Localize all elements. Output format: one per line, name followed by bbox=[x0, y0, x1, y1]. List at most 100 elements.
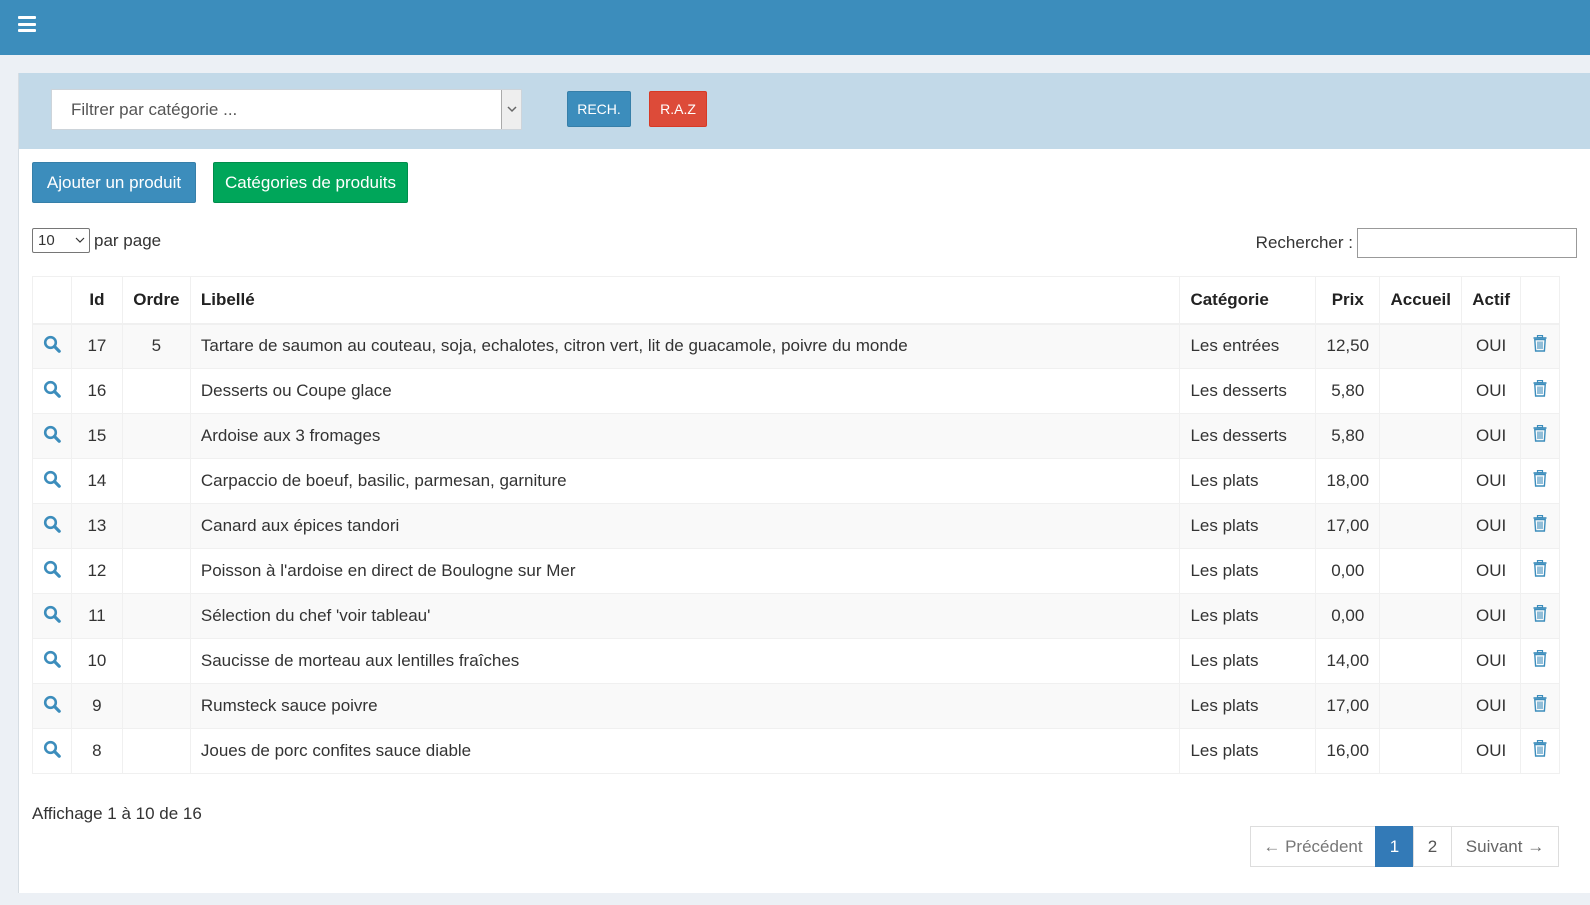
row-delete-cell bbox=[1520, 593, 1560, 639]
pagination-previous[interactable]: ← Précédent bbox=[1250, 826, 1376, 867]
cell-accueil bbox=[1379, 638, 1463, 684]
row-action-cell bbox=[32, 503, 72, 549]
cell-categorie: Les plats bbox=[1179, 593, 1317, 639]
cell-libelle: Sélection du chef 'voir tableau' bbox=[189, 593, 1181, 639]
trash-icon[interactable] bbox=[1533, 740, 1547, 757]
search-icon[interactable] bbox=[43, 650, 61, 668]
header-categorie[interactable]: Catégorie bbox=[1179, 276, 1317, 325]
pagination: ← Précédent 1 2 Suivant → bbox=[1250, 826, 1559, 867]
cell-actif: OUI bbox=[1461, 368, 1522, 414]
table-info: Affichage 1 à 10 de 16 bbox=[32, 804, 202, 823]
cell-id: 15 bbox=[70, 413, 123, 459]
cell-categorie: Les desserts bbox=[1179, 413, 1317, 459]
table-row: 14 Carpaccio de boeuf, basilic, parmesan,… bbox=[32, 458, 1560, 504]
pagination-page-1[interactable]: 1 bbox=[1375, 826, 1414, 867]
row-action-cell bbox=[32, 638, 72, 684]
category-filter-select[interactable]: Filtrer par catégorie ... bbox=[51, 89, 522, 130]
cell-id: 16 bbox=[70, 368, 123, 414]
cell-prix: 12,50 bbox=[1315, 323, 1381, 369]
products-table: Id Ordre Libellé Catégorie Prix Accueil … bbox=[32, 276, 1560, 774]
row-action-cell bbox=[32, 728, 72, 774]
cell-accueil bbox=[1379, 368, 1463, 414]
search-label: Rechercher : bbox=[1255, 233, 1353, 252]
cell-ordre bbox=[121, 728, 191, 774]
cell-ordre bbox=[121, 458, 191, 504]
row-action-cell bbox=[32, 548, 72, 594]
table-search: Rechercher : bbox=[1256, 228, 1577, 258]
cell-prix: 5,80 bbox=[1315, 413, 1381, 459]
header-prix[interactable]: Prix bbox=[1315, 276, 1381, 325]
cell-categorie: Les plats bbox=[1179, 458, 1317, 504]
search-input[interactable] bbox=[1357, 228, 1577, 258]
add-product-button[interactable]: Ajouter un produit bbox=[32, 162, 196, 203]
pagination-page-2[interactable]: 2 bbox=[1413, 826, 1452, 867]
cell-libelle: Saucisse de morteau aux lentilles fraîch… bbox=[189, 638, 1181, 684]
reset-button[interactable]: R.A.Z bbox=[649, 91, 707, 127]
row-action-cell bbox=[32, 683, 72, 729]
search-icon[interactable] bbox=[43, 470, 61, 488]
per-page-value: 10 bbox=[38, 232, 55, 249]
cell-accueil bbox=[1379, 728, 1463, 774]
cell-libelle: Poisson à l'ardoise en direct de Boulogn… bbox=[189, 548, 1181, 594]
trash-icon[interactable] bbox=[1533, 335, 1547, 352]
cell-libelle: Rumsteck sauce poivre bbox=[189, 683, 1181, 729]
search-icon[interactable] bbox=[43, 740, 61, 758]
search-icon[interactable] bbox=[43, 515, 61, 533]
header-delete bbox=[1520, 276, 1560, 325]
trash-icon[interactable] bbox=[1533, 380, 1547, 397]
trash-icon[interactable] bbox=[1533, 650, 1547, 667]
row-delete-cell bbox=[1520, 638, 1560, 684]
search-button[interactable]: RECH. bbox=[567, 91, 631, 127]
chevron-down-icon[interactable] bbox=[501, 90, 521, 129]
search-icon[interactable] bbox=[43, 560, 61, 578]
cell-categorie: Les entrées bbox=[1179, 323, 1317, 369]
cell-prix: 16,00 bbox=[1315, 728, 1381, 774]
cell-ordre: 5 bbox=[121, 323, 191, 369]
cell-actif: OUI bbox=[1461, 683, 1522, 729]
table-row: 8 Joues de porc confites sauce diable Les … bbox=[32, 728, 1560, 774]
cell-prix: 14,00 bbox=[1315, 638, 1381, 684]
cell-actif: OUI bbox=[1461, 593, 1522, 639]
cell-ordre bbox=[121, 503, 191, 549]
cell-prix: 17,00 bbox=[1315, 503, 1381, 549]
search-icon[interactable] bbox=[43, 605, 61, 623]
cell-prix: 0,00 bbox=[1315, 548, 1381, 594]
row-action-cell bbox=[32, 593, 72, 639]
cell-actif: OUI bbox=[1461, 413, 1522, 459]
search-icon[interactable] bbox=[43, 335, 61, 353]
hamburger-icon[interactable] bbox=[18, 16, 36, 32]
pagination-next[interactable]: Suivant → bbox=[1451, 826, 1559, 867]
row-delete-cell bbox=[1520, 728, 1560, 774]
trash-icon[interactable] bbox=[1533, 515, 1547, 532]
header-id[interactable]: Id bbox=[70, 276, 123, 325]
row-delete-cell bbox=[1520, 458, 1560, 504]
cell-id: 10 bbox=[70, 638, 123, 684]
cell-categorie: Les plats bbox=[1179, 683, 1317, 729]
per-page-select[interactable]: 10 bbox=[32, 228, 90, 253]
category-filter-placeholder: Filtrer par catégorie ... bbox=[71, 100, 238, 119]
trash-icon[interactable] bbox=[1533, 560, 1547, 577]
product-categories-button[interactable]: Catégories de produits bbox=[213, 162, 408, 203]
trash-icon[interactable] bbox=[1533, 425, 1547, 442]
cell-accueil bbox=[1379, 413, 1463, 459]
cell-prix: 17,00 bbox=[1315, 683, 1381, 729]
cell-id: 12 bbox=[70, 548, 123, 594]
search-icon[interactable] bbox=[43, 695, 61, 713]
trash-icon[interactable] bbox=[1533, 695, 1547, 712]
row-action-cell bbox=[32, 458, 72, 504]
header-ordre[interactable]: Ordre bbox=[121, 276, 191, 325]
header-accueil[interactable]: Accueil bbox=[1379, 276, 1463, 325]
trash-icon[interactable] bbox=[1533, 605, 1547, 622]
search-icon[interactable] bbox=[43, 425, 61, 443]
header-actif[interactable]: Actif bbox=[1461, 276, 1522, 325]
header-libelle[interactable]: Libellé bbox=[189, 276, 1181, 325]
cell-accueil bbox=[1379, 323, 1463, 369]
cell-libelle: Carpaccio de boeuf, basilic, parmesan, g… bbox=[189, 458, 1181, 504]
search-icon[interactable] bbox=[43, 380, 61, 398]
cell-id: 13 bbox=[70, 503, 123, 549]
main-content: Filtrer par catégorie ... RECH. R.A.Z Aj… bbox=[18, 73, 1590, 893]
table-row: 9 Rumsteck sauce poivre Les plats 17,00 OUI bbox=[32, 683, 1560, 729]
cell-accueil bbox=[1379, 548, 1463, 594]
cell-prix: 0,00 bbox=[1315, 593, 1381, 639]
trash-icon[interactable] bbox=[1533, 470, 1547, 487]
